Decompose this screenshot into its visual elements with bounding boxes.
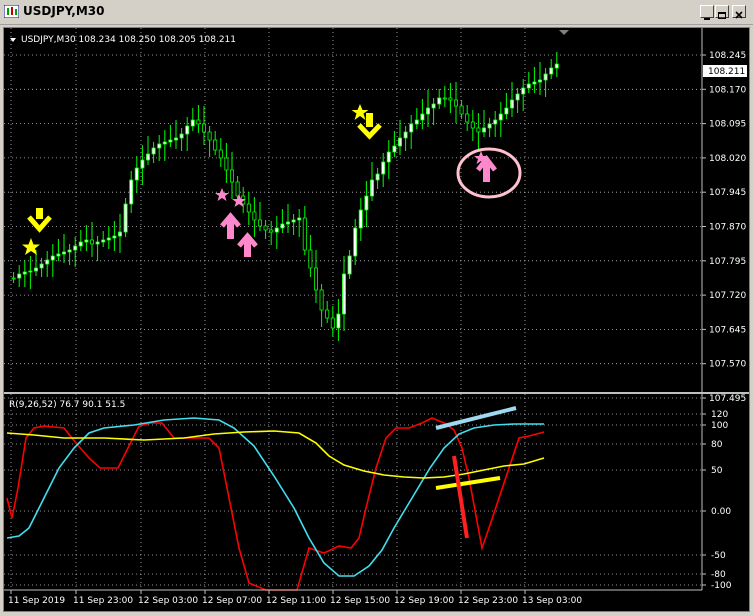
indicator-level-label: -80 xyxy=(711,570,726,580)
title-bar[interactable]: USDJPY,M30 xyxy=(0,0,753,25)
price-label: 107.495 xyxy=(709,394,746,404)
minimize-icon xyxy=(704,18,710,20)
price-label: 107.720 xyxy=(709,291,746,301)
arrow-up-icon xyxy=(476,154,497,182)
time-label: 12 Sep 07:00 xyxy=(202,596,262,606)
chart-window: USDJPY,M30 USDJPY,M30 108.234 108.250 10… xyxy=(0,0,753,616)
time-label: 11 Sep 23:00 xyxy=(73,596,133,606)
star-icon xyxy=(351,104,369,120)
price-label: 107.870 xyxy=(709,223,746,233)
indicator-grid xyxy=(4,394,702,590)
price-label: 108.170 xyxy=(709,85,746,95)
trendline-yellow xyxy=(435,476,501,490)
indicator-level-label: 0.00 xyxy=(711,507,731,517)
indicator-level-label: 100 xyxy=(711,421,728,431)
price-axis: 108.245 108.170 108.095 108.020 107.945 107.8… xyxy=(702,51,746,404)
price-label: 107.795 xyxy=(709,257,746,267)
indicator-level-label: -100 xyxy=(711,581,732,591)
arrow-down-icon xyxy=(27,208,52,233)
time-label: 12 Sep 19:00 xyxy=(394,596,454,606)
time-label: 12 Sep 23:00 xyxy=(458,596,518,606)
current-price-label: 108.211 xyxy=(708,67,745,77)
chart-area[interactable]: USDJPY,M30 108.234 108.250 108.205 108.2… xyxy=(3,27,750,612)
close-icon xyxy=(735,11,743,19)
time-label: 12 Sep 11:00 xyxy=(266,596,326,606)
time-label: 12 Sep 15:00 xyxy=(330,596,390,606)
arrow-up-icon xyxy=(237,232,258,257)
time-label: 13 Sep 03:00 xyxy=(522,596,582,606)
price-label: 107.570 xyxy=(709,360,746,370)
time-axis: 11 Sep 2019 11 Sep 23:00 12 Sep 03:00 12 Se… xyxy=(8,590,582,606)
price-label: 108.020 xyxy=(709,154,746,164)
price-header: USDJPY,M30 108.234 108.250 108.205 108.2… xyxy=(21,35,236,45)
chart-window-icon xyxy=(4,5,19,18)
close-button[interactable] xyxy=(732,5,746,19)
minimize-button[interactable] xyxy=(700,5,714,20)
indicator-level-label: 120 xyxy=(711,410,728,420)
price-label: 108.245 xyxy=(709,51,746,61)
restore-icon xyxy=(718,12,726,19)
indicator-level-label: 80 xyxy=(711,440,723,450)
arrow-up-icon xyxy=(220,212,241,239)
indicator-medium-line xyxy=(6,417,544,577)
indicator-header: R(9,26,52) 76.7 90.1 51.5 xyxy=(9,400,125,410)
price-label: 108.095 xyxy=(709,120,746,130)
restore-button[interactable] xyxy=(715,5,729,19)
time-label: 12 Sep 03:00 xyxy=(138,596,198,606)
star-icon xyxy=(22,238,40,255)
time-label: 11 Sep 2019 xyxy=(8,596,65,606)
star-icon xyxy=(215,188,229,201)
price-grid xyxy=(4,28,702,399)
scroll-marker-icon xyxy=(559,30,569,35)
indicator-axis: 120100 80 50 0.00 -50 -80-100 xyxy=(702,410,732,591)
price-label: 107.945 xyxy=(709,188,746,198)
price-label: 107.645 xyxy=(709,325,746,335)
indicator-level-label: 50 xyxy=(711,466,723,476)
indicator-level-label: -50 xyxy=(711,551,726,561)
trendline-red xyxy=(452,455,469,539)
window-title: USDJPY,M30 xyxy=(23,4,105,18)
